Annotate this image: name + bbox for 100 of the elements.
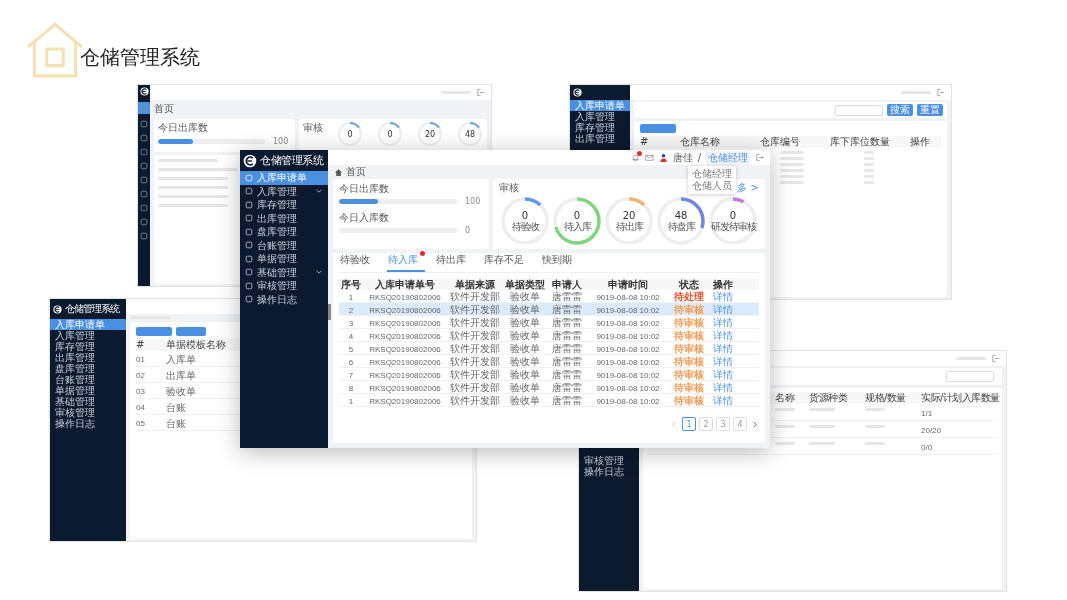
table-cell: 唐雷雷: [552, 368, 582, 382]
table-cell: 验收单: [510, 381, 540, 395]
column-header: 名称: [775, 392, 796, 404]
sidebar-item[interactable]: 审核管理: [579, 455, 639, 466]
table-cell: RKSQ20190802006: [369, 370, 441, 380]
table-cell: 6: [348, 357, 354, 367]
details-link[interactable]: 详情: [713, 290, 733, 304]
table-cell: 2: [348, 305, 354, 315]
status-text: 待审核: [674, 329, 704, 343]
action-button[interactable]: 重置: [917, 104, 943, 116]
column-header: 操作: [910, 136, 931, 148]
tab[interactable]: 库存不足: [483, 251, 531, 272]
table-row[interactable]: 1 RKSQ20190802006 软件开发部 验收单 唐雷雷 9019-08-08 10:02 待审核 详情: [339, 394, 759, 407]
table-cell: RKSQ20190802006: [369, 292, 441, 302]
sidebar-item[interactable]: 入库申请单: [240, 171, 328, 185]
table-cell: 1: [348, 396, 354, 406]
column-header: 申请时间: [608, 278, 648, 292]
sidebar-item[interactable]: 出库管理: [240, 211, 328, 225]
details-link[interactable]: 详情: [713, 355, 733, 369]
tab[interactable]: 快到期: [541, 251, 579, 272]
table-cell: 软件开发部: [450, 394, 500, 408]
sidebar-item[interactable]: 单据管理: [50, 385, 126, 396]
table-cell-text: 20/20: [921, 425, 943, 437]
column-header: 申请人: [552, 278, 582, 291]
table-cell: 软件开发部: [450, 381, 500, 395]
sidebar-item[interactable]: 入库申请单: [570, 100, 630, 111]
table-cell: RKSQ20190802006: [369, 383, 441, 393]
table-cell: 验收单: [510, 290, 540, 304]
table-cell: 唐雷雷: [552, 394, 582, 408]
ring-value: 48: [674, 210, 688, 221]
breadcrumb[interactable]: 首页: [154, 102, 487, 116]
table-cell: 3: [348, 318, 354, 328]
sidebar-item[interactable]: 出库管理: [50, 352, 126, 363]
sidebar-item[interactable]: 入库申请单: [50, 319, 126, 330]
stat-label: 今日入库数: [339, 211, 390, 225]
table-cell: 唐雷雷: [552, 342, 582, 356]
table-cell-text: 04: [136, 402, 146, 414]
tab[interactable]: 待出库: [435, 251, 473, 272]
table-cell: 9019-08-08 10:02: [596, 357, 660, 367]
column-header: 仓库名称: [680, 136, 721, 148]
menu-item[interactable]: 仓储人员: [688, 180, 736, 192]
ring-value: 0: [573, 210, 581, 221]
table-cell: 验收单: [510, 394, 540, 408]
ring-label: 待盘库: [667, 221, 695, 232]
sidebar-item[interactable]: 入库管理: [570, 111, 630, 122]
sidebar-item[interactable]: 操作日志: [50, 418, 126, 429]
table-row[interactable]: 8 RKSQ20190802006 软件开发部 验收单 唐雷雷 9019-08-08 10:02 待审核 详情: [339, 381, 759, 394]
column-header: 入库申请单号: [375, 278, 435, 292]
sidebar-item[interactable]: 基础管理: [240, 265, 328, 279]
sidebar-item[interactable]: 审核管理: [240, 279, 328, 293]
sidebar-item[interactable]: 台账管理: [50, 374, 126, 385]
table-row[interactable]: 2 RKSQ20190802006 软件开发部 验收单 唐雷雷 9019-08-08 10:02 待审核 详情: [339, 303, 759, 316]
more-link[interactable]: 多 >: [737, 181, 759, 195]
details-link[interactable]: 详情: [713, 329, 733, 343]
tab[interactable]: 待入库: [387, 251, 425, 272]
sidebar-item[interactable]: 操作日志: [579, 466, 639, 477]
sidebar-item[interactable]: 出库管理: [570, 133, 630, 144]
sidebar-item[interactable]: 入库管理: [240, 184, 328, 198]
table-cell: 验收单: [510, 342, 540, 356]
table-cell: RKSQ20190802006: [369, 305, 441, 315]
table-cell-text: 02: [136, 370, 146, 382]
sidebar-item[interactable]: 库存管理: [240, 198, 328, 212]
sidebar-item[interactable]: 台账管理: [240, 238, 328, 252]
sidebar-item[interactable]: 单据管理: [240, 252, 328, 266]
details-link[interactable]: 详情: [713, 394, 733, 408]
sidebar-item[interactable]: 操作日志: [240, 292, 328, 306]
table-row[interactable]: 3 RKSQ20190802006 软件开发部 验收单 唐雷雷 9019-08-08 10:02 待审核 详情: [339, 316, 759, 329]
details-link[interactable]: 详情: [713, 342, 733, 356]
sidebar-item[interactable]: 库存管理: [570, 122, 630, 133]
sidebar-item[interactable]: 基础管理: [50, 396, 126, 407]
table-cell: 验收单: [510, 316, 540, 330]
table-row[interactable]: 5 RKSQ20190802006 软件开发部 验收单 唐雷雷 9019-08-08 10:02 待审核 详情: [339, 342, 759, 355]
breadcrumb[interactable]: 首页: [346, 165, 366, 179]
table-cell: 验收单: [510, 303, 540, 317]
column-header: 实际/计划入库数量: [921, 392, 1000, 404]
sidebar-item[interactable]: 盘库管理: [240, 225, 328, 239]
action-button[interactable]: 搜索: [887, 104, 913, 116]
separator: /: [697, 152, 701, 163]
details-link[interactable]: 详情: [713, 316, 733, 330]
sidebar-item[interactable]: 审核管理: [50, 407, 126, 418]
menu-item[interactable]: 仓储经理: [688, 168, 736, 180]
user-name: 唐佳: [672, 150, 693, 165]
page-button[interactable]: 1: [682, 417, 696, 431]
ring-label: 待入库: [563, 221, 591, 232]
sidebar-item[interactable]: 库存管理: [50, 341, 126, 352]
sidebar-item[interactable]: 盘库管理: [50, 363, 126, 374]
details-link[interactable]: 详情: [713, 368, 733, 382]
status-text: 待审核: [674, 303, 704, 317]
ring-label: 研发待审核: [710, 221, 756, 232]
table-row[interactable]: 4 RKSQ20190802006 软件开发部 验收单 唐雷雷 9019-08-08 10:02 待审核 详情: [339, 329, 759, 342]
tab[interactable]: 待验收: [339, 251, 377, 272]
table-cell: 验收单: [510, 368, 540, 382]
table-cell: 4: [348, 331, 354, 341]
sidebar-item[interactable]: 入库管理: [50, 330, 126, 341]
table-cell: 唐雷雷: [552, 290, 582, 304]
table-row[interactable]: 7 RKSQ20190802006 软件开发部 验收单 唐雷雷 9019-08-08 10:02 待审核 详情: [339, 368, 759, 381]
details-link[interactable]: 详情: [713, 381, 733, 395]
table-row[interactable]: 6 RKSQ20190802006 软件开发部 验收单 唐雷雷 9019-08-08 10:02 待审核 详情: [339, 355, 759, 368]
stat-value: 100: [465, 197, 482, 206]
ring-label: 待出库: [615, 221, 643, 232]
